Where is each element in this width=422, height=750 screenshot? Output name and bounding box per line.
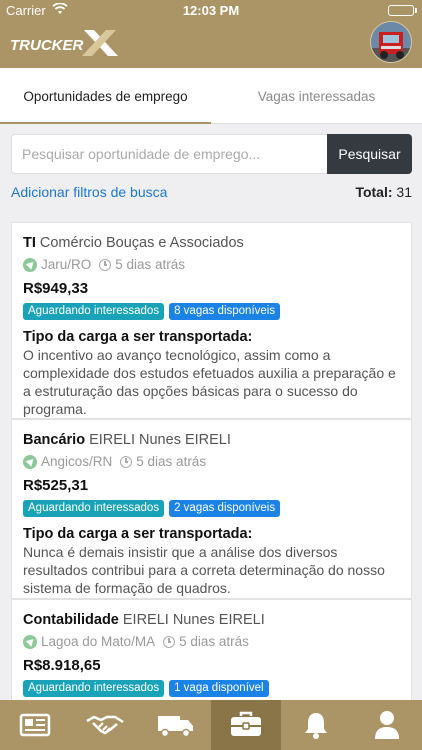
app-header: TRUCKER bbox=[0, 20, 422, 68]
nav-news[interactable] bbox=[0, 700, 70, 750]
status-bar: Carrier 12:03 PM bbox=[0, 0, 422, 20]
job-meta: Angicos/RN 5 dias atrás bbox=[23, 452, 400, 472]
newspaper-icon bbox=[19, 713, 51, 737]
job-category: TI bbox=[23, 235, 36, 251]
location-icon bbox=[23, 258, 37, 272]
nav-deals[interactable] bbox=[70, 700, 140, 750]
job-posted: 5 dias atrás bbox=[179, 634, 249, 649]
job-company: Comércio Bouças e Associados bbox=[39, 235, 244, 251]
briefcase-icon bbox=[231, 711, 262, 736]
job-card[interactable]: TI Comércio Bouças e Associados Jaru/RO 5… bbox=[11, 222, 412, 419]
status-badge: Aguardando interessados bbox=[23, 303, 165, 320]
search-bar: Pesquisar bbox=[11, 134, 412, 174]
job-card[interactable]: Contabilidade EIRELI Nunes EIRELI Lagoa d… bbox=[11, 599, 412, 709]
job-location: Lagoa do Mato/MA bbox=[41, 634, 156, 649]
vacancies-badge: 2 vagas disponíveis bbox=[169, 500, 281, 517]
job-meta: Jaru/RO 5 dias atrás bbox=[23, 255, 400, 275]
total-value: 31 bbox=[396, 184, 412, 200]
job-company: EIRELI Nunes EIRELI bbox=[122, 612, 265, 628]
job-posted: 5 dias atrás bbox=[115, 257, 186, 272]
cargo-description: O incentivo ao avanço tecnológico, assim… bbox=[23, 347, 396, 417]
job-header: Bancário EIRELI Nunes EIRELI bbox=[23, 430, 400, 450]
job-badges: Aguardando interessados 2 vagas disponív… bbox=[23, 500, 400, 517]
clock-icon bbox=[99, 259, 112, 271]
handshake-icon bbox=[86, 715, 125, 735]
truck-icon bbox=[157, 716, 193, 738]
job-category: Bancário bbox=[23, 432, 86, 448]
job-price: R$949,33 bbox=[23, 280, 89, 297]
job-price: R$8.918,65 bbox=[23, 657, 101, 674]
nav-freight[interactable] bbox=[141, 700, 211, 750]
cargo-title: Tipo da carga a ser transportada: bbox=[23, 526, 253, 542]
job-price: R$525,31 bbox=[23, 477, 89, 494]
tab-job-opportunities[interactable]: Oportunidades de emprego bbox=[0, 68, 211, 124]
status-badge: Aguardando interessados bbox=[23, 500, 165, 517]
add-filters-link[interactable]: Adicionar filtros de busca bbox=[11, 184, 167, 200]
job-location: Jaru/RO bbox=[41, 257, 92, 272]
tab-interested-vacancies[interactable]: Vagas interessadas bbox=[211, 68, 422, 124]
clock-icon bbox=[120, 456, 133, 468]
status-badge: Aguardando interessados bbox=[23, 680, 165, 697]
location-icon bbox=[23, 635, 37, 649]
tab-bar-top: Oportunidades de emprego Vagas interessa… bbox=[0, 68, 422, 124]
job-card[interactable]: Bancário EIRELI Nunes EIRELI Angicos/RN 5… bbox=[11, 419, 412, 599]
job-badges: Aguardando interessados 8 vagas disponív… bbox=[23, 303, 400, 320]
bell-icon bbox=[305, 713, 328, 739]
total-count: Total: 31 bbox=[355, 184, 412, 200]
battery-icon bbox=[388, 5, 417, 16]
search-input[interactable] bbox=[11, 134, 327, 174]
job-badges: Aguardando interessados 1 vaga disponíve… bbox=[23, 680, 400, 697]
job-category: Contabilidade bbox=[23, 612, 119, 628]
vacancies-badge: 8 vagas disponíveis bbox=[169, 303, 281, 320]
job-header: TI Comércio Bouças e Associados bbox=[23, 233, 400, 253]
user-icon bbox=[374, 711, 399, 739]
avatar[interactable] bbox=[370, 21, 412, 63]
nav-jobs[interactable] bbox=[210, 700, 282, 750]
nav-notifications[interactable] bbox=[281, 700, 351, 750]
bottom-nav bbox=[0, 700, 422, 750]
search-button[interactable]: Pesquisar bbox=[327, 134, 412, 174]
job-company: EIRELI Nunes EIRELI bbox=[89, 432, 231, 448]
clock-icon bbox=[163, 636, 176, 648]
vacancies-badge: 1 vaga disponível bbox=[169, 680, 269, 697]
job-header: Contabilidade EIRELI Nunes EIRELI bbox=[23, 610, 400, 630]
svg-text:TRUCKER: TRUCKER bbox=[10, 37, 83, 54]
cargo-description: Nunca é demais insistir que a análise do… bbox=[23, 544, 385, 596]
cargo-title: Tipo da carga a ser transportada: bbox=[23, 329, 253, 345]
trucker-x-logo: TRUCKER bbox=[10, 26, 120, 60]
job-posted: 5 dias atrás bbox=[136, 454, 207, 469]
job-meta: Lagoa do Mato/MA 5 dias atrás bbox=[23, 632, 400, 652]
total-label: Total: bbox=[355, 184, 393, 200]
clock-time: 12:03 PM bbox=[182, 3, 240, 18]
location-icon bbox=[23, 455, 37, 469]
job-location: Angicos/RN bbox=[41, 454, 113, 469]
nav-profile[interactable] bbox=[352, 700, 422, 750]
